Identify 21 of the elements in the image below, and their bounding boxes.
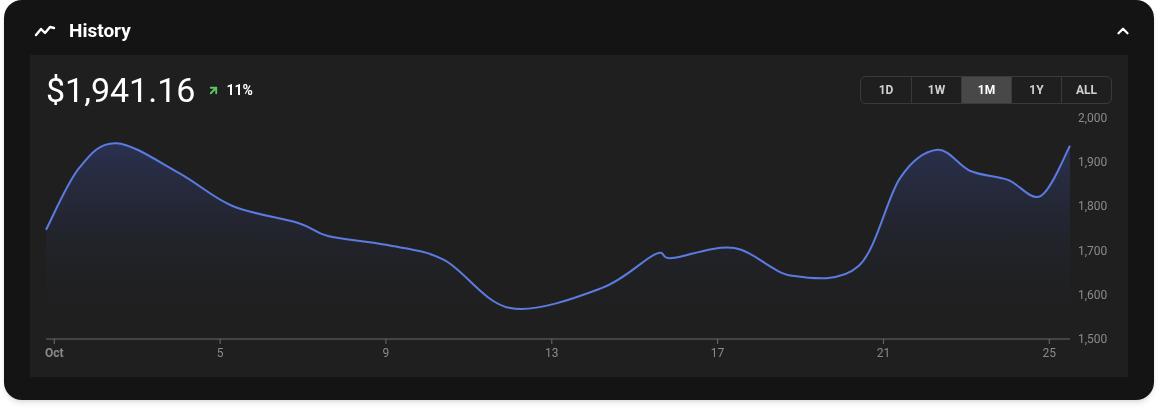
y-tick-label: 1,800 <box>1078 199 1108 214</box>
x-tick-label: Oct <box>45 346 64 360</box>
range-tab[interactable]: 1D <box>861 77 911 103</box>
change-percent: 11% <box>226 80 253 100</box>
range-tab[interactable]: 1M <box>961 77 1011 103</box>
x-tick-label: 17 <box>710 346 725 360</box>
y-tick-label: 2,000 <box>1078 111 1108 125</box>
x-tick-label: 5 <box>216 346 224 360</box>
x-tick-label: 25 <box>1042 346 1056 360</box>
y-tick-label: 1,700 <box>1078 243 1108 258</box>
x-tick-label: 9 <box>382 346 390 360</box>
x-tick-label: 21 <box>876 346 891 360</box>
range-tab[interactable]: ALL <box>1061 77 1111 103</box>
x-tick-label: 13 <box>545 346 559 360</box>
y-tick-label: 1,500 <box>1078 332 1108 346</box>
y-tick-label: 1,900 <box>1078 155 1108 170</box>
y-tick-label: 1,600 <box>1078 287 1108 302</box>
section-title: History <box>69 17 131 44</box>
trend-line-icon <box>34 24 56 38</box>
price-value: $1,941.16 <box>46 73 196 107</box>
range-tab[interactable]: 1Y <box>1011 77 1061 103</box>
